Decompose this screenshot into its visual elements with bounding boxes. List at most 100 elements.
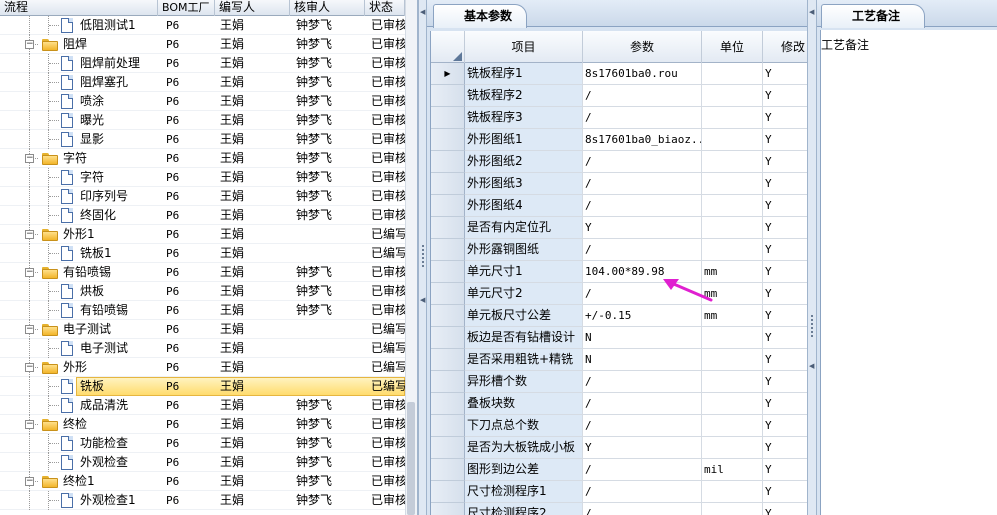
param-modify-cell[interactable]: Y	[763, 349, 807, 371]
tree-row[interactable]: − 字符 P6 王娟 钟梦飞 已审核	[0, 149, 405, 168]
row-header[interactable]	[431, 239, 465, 261]
params-row[interactable]: 异形槽个数 / Y	[431, 371, 807, 393]
params-row[interactable]: 尺寸检测程序2/ Y	[431, 503, 807, 515]
tree-row[interactable]: 印序列号 P6 王娟 钟梦飞 已审核	[0, 187, 405, 206]
params-row[interactable]: 是否采用粗铣+精铣 N Y	[431, 349, 807, 371]
tree-row[interactable]: 电子测试 P6 王娟 已编写	[0, 339, 405, 358]
param-modify-cell[interactable]: Y	[763, 217, 807, 239]
tree-row[interactable]: − 终检1 P6 王娟 钟梦飞 已审核	[0, 472, 405, 491]
param-modify-cell[interactable]: Y	[763, 173, 807, 195]
param-unit-cell[interactable]	[702, 195, 763, 217]
params-row[interactable]: 图形到边公差 / mil Y	[431, 459, 807, 481]
collapse-icon[interactable]: −	[25, 154, 34, 163]
row-header[interactable]	[431, 371, 465, 393]
tree-row[interactable]: − 有铅喷锡 P6 王娟 钟梦飞 已审核	[0, 263, 405, 282]
tree-row[interactable]: 外观检查 P6 王娟 钟梦飞 已审核	[0, 453, 405, 472]
row-header[interactable]	[431, 173, 465, 195]
row-header[interactable]	[431, 261, 465, 283]
params-row[interactable]: 板边是否有钻槽设计 N Y	[431, 327, 807, 349]
param-value-cell[interactable]: /	[583, 195, 702, 217]
param-modify-cell[interactable]: Y	[763, 261, 807, 283]
row-header[interactable]	[431, 129, 465, 151]
row-header[interactable]	[431, 349, 465, 371]
column-header-reviewer[interactable]: 核审人	[290, 0, 365, 16]
tree-row[interactable]: − 外形 P6 王娟 已编写	[0, 358, 405, 377]
collapse-icon[interactable]: −	[25, 420, 34, 429]
collapse-icon[interactable]: −	[25, 363, 34, 372]
param-modify-cell[interactable]: Y	[763, 85, 807, 107]
param-modify-cell[interactable]: Y	[763, 503, 807, 515]
row-header[interactable]	[431, 305, 465, 327]
tree-row[interactable]: − 终检 P6 王娟 钟梦飞 已审核	[0, 415, 405, 434]
tree-row[interactable]: 字符 P6 王娟 钟梦飞 已审核	[0, 168, 405, 187]
param-value-cell[interactable]: /	[583, 481, 702, 503]
params-row[interactable]: 尺寸检测程序1/ Y	[431, 481, 807, 503]
tree-row[interactable]: 功能检查 P6 王娟 钟梦飞 已审核	[0, 434, 405, 453]
param-modify-cell[interactable]: Y	[763, 327, 807, 349]
param-unit-cell[interactable]	[702, 217, 763, 239]
row-header[interactable]	[431, 415, 465, 437]
param-unit-cell[interactable]: mm	[702, 305, 763, 327]
collapse-icon[interactable]: −	[25, 477, 34, 486]
param-value-cell[interactable]: N	[583, 327, 702, 349]
column-header-writer[interactable]: 编写人	[215, 0, 290, 16]
row-header[interactable]	[431, 85, 465, 107]
column-header-modify[interactable]: 修改	[763, 31, 807, 63]
row-header[interactable]	[431, 327, 465, 349]
param-value-cell[interactable]: /	[583, 503, 702, 515]
tree-row[interactable]: 成品清洗 P6 王娟 钟梦飞 已审核	[0, 396, 405, 415]
collapse-icon[interactable]: −	[25, 40, 34, 49]
collapse-icon[interactable]: −	[25, 268, 34, 277]
tree-row[interactable]: 阻焊塞孔 P6 王娟 钟梦飞 已审核	[0, 73, 405, 92]
param-value-cell[interactable]: N	[583, 349, 702, 371]
params-row[interactable]: 外形图纸1 8s17601ba0_biaoz... Y	[431, 129, 807, 151]
param-unit-cell[interactable]	[702, 503, 763, 515]
param-unit-cell[interactable]	[702, 437, 763, 459]
notes-body[interactable]: 工艺备注	[820, 30, 997, 515]
params-row[interactable]: 外形图纸4/ Y	[431, 195, 807, 217]
tree-row[interactable]: − 外形1 P6 王娟 已编写	[0, 225, 405, 244]
param-unit-cell[interactable]	[702, 239, 763, 261]
param-unit-cell[interactable]	[702, 173, 763, 195]
tree-row[interactable]: 阻焊前处理 P6 王娟 钟梦飞 已审核	[0, 54, 405, 73]
param-value-cell[interactable]: /	[583, 239, 702, 261]
params-row[interactable]: 外形露铜图纸 / Y	[431, 239, 807, 261]
row-header[interactable]	[431, 195, 465, 217]
tree-row[interactable]: 铣板1 P6 王娟 已编写	[0, 244, 405, 263]
row-pointer-icon[interactable]: ▶	[431, 63, 465, 85]
row-header[interactable]	[431, 503, 465, 515]
param-unit-cell[interactable]	[702, 481, 763, 503]
params-row[interactable]: 铣板程序2/ Y	[431, 85, 807, 107]
tree-scrollbar-thumb[interactable]	[407, 402, 415, 515]
param-value-cell[interactable]: /	[583, 459, 702, 481]
params-row[interactable]: 外形图纸2/ Y	[431, 151, 807, 173]
collapse-icon[interactable]: −	[25, 325, 34, 334]
tree-row[interactable]: 低阻测试1 P6 王娟 钟梦飞 已审核	[0, 16, 405, 35]
splitter-right[interactable]: ◀ ◀	[807, 0, 817, 515]
param-modify-cell[interactable]: Y	[763, 239, 807, 261]
row-header[interactable]	[431, 437, 465, 459]
param-value-cell[interactable]: /	[583, 371, 702, 393]
collapse-left-icon-2[interactable]: ◀	[420, 296, 425, 304]
param-unit-cell[interactable]	[702, 151, 763, 173]
row-header[interactable]	[431, 481, 465, 503]
collapse-right-icon-2[interactable]: ◀	[809, 362, 814, 370]
param-unit-cell[interactable]	[702, 327, 763, 349]
collapse-icon[interactable]: −	[25, 230, 34, 239]
row-header[interactable]	[431, 107, 465, 129]
param-value-cell[interactable]: +/-0.15	[583, 305, 702, 327]
param-value-cell[interactable]: /	[583, 107, 702, 129]
tree-row[interactable]: 显影 P6 王娟 钟梦飞 已审核	[0, 130, 405, 149]
param-value-cell[interactable]: /	[583, 173, 702, 195]
tree-row[interactable]: 有铅喷锡 P6 王娟 钟梦飞 已审核	[0, 301, 405, 320]
params-row[interactable]: 外形图纸3/ Y	[431, 173, 807, 195]
params-row[interactable]: 铣板程序3/ Y	[431, 107, 807, 129]
param-modify-cell[interactable]: Y	[763, 151, 807, 173]
collapse-left-icon[interactable]: ◀	[420, 8, 425, 16]
params-row[interactable]: ▶ 铣板程序1 8s17601ba0.rou Y	[431, 63, 807, 85]
param-value-cell[interactable]: /	[583, 151, 702, 173]
params-row[interactable]: 是否为大板铣成小板 Y Y	[431, 437, 807, 459]
tree-row[interactable]: − 阻焊 P6 王娟 钟梦飞 已审核	[0, 35, 405, 54]
param-modify-cell[interactable]: Y	[763, 393, 807, 415]
param-value-cell[interactable]: Y	[583, 217, 702, 239]
